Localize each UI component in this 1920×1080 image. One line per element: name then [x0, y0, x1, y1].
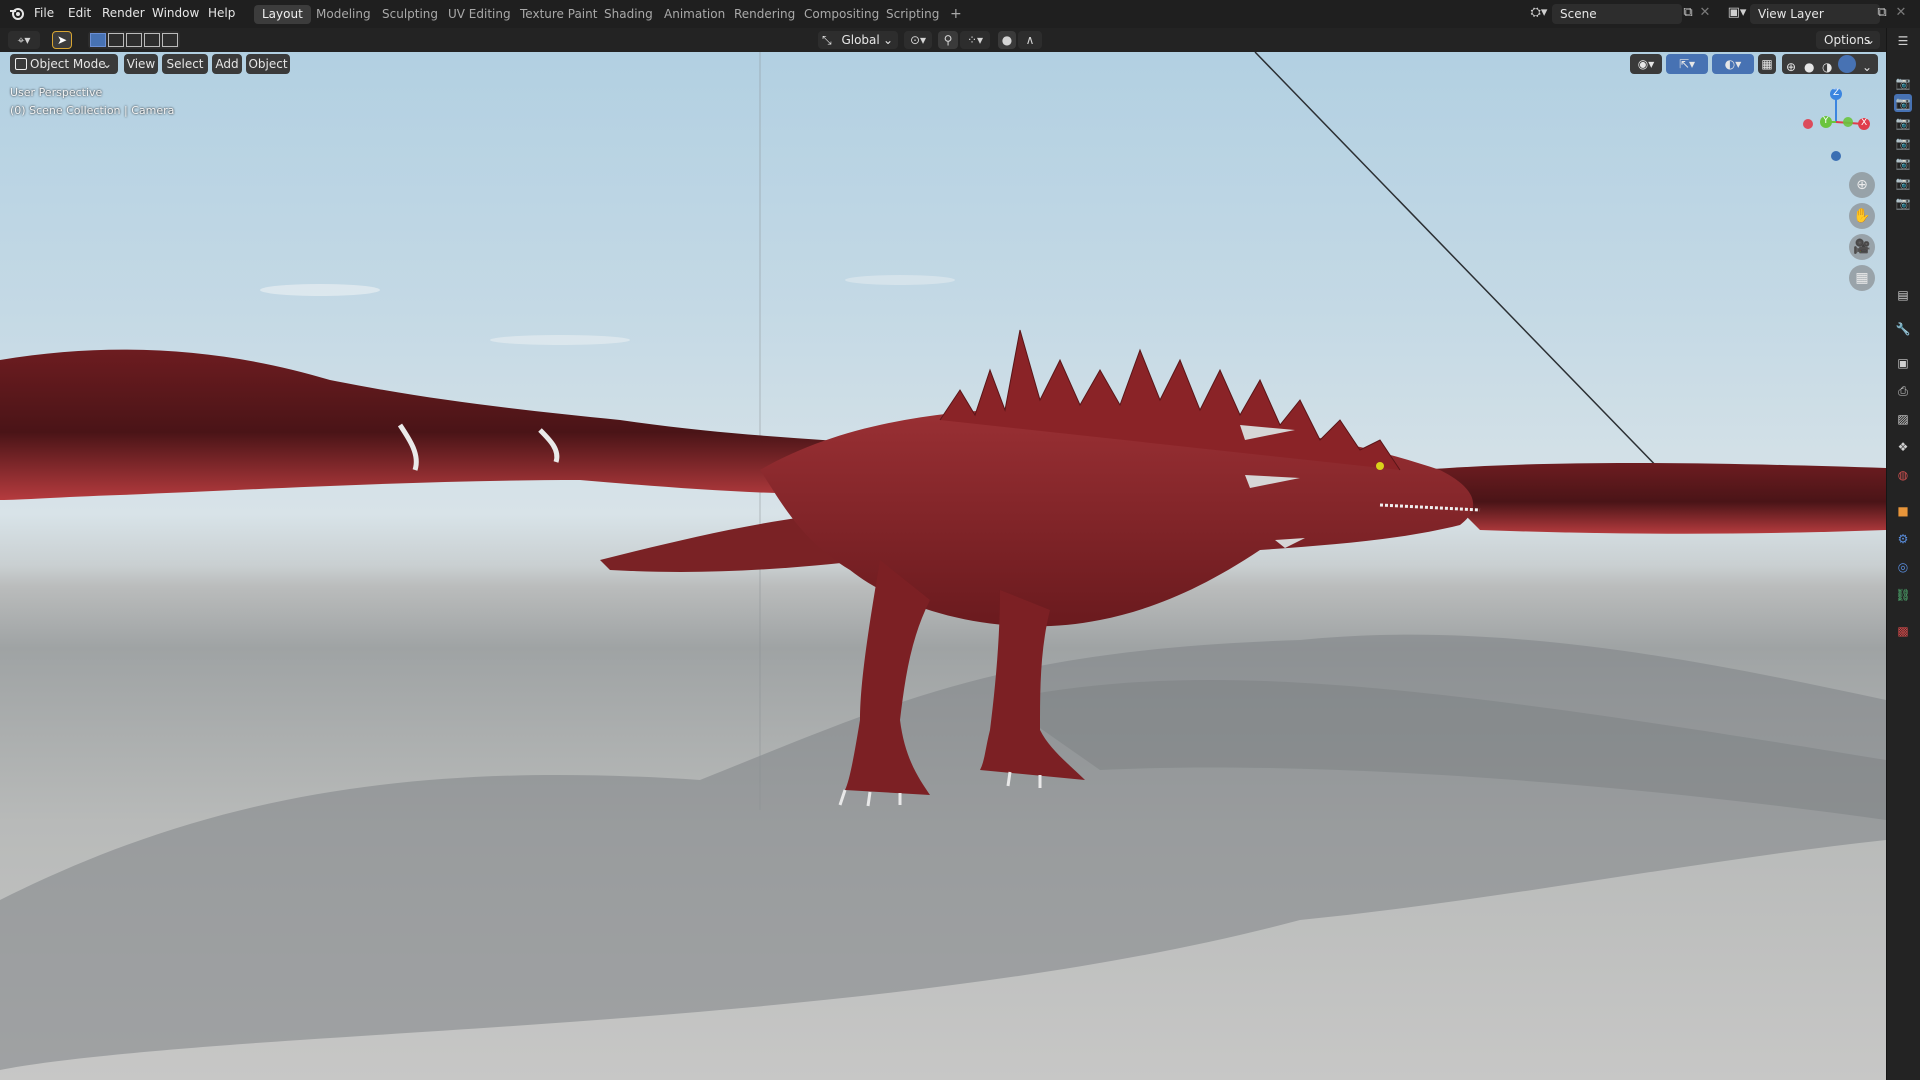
tab-shading[interactable]: Shading — [596, 5, 661, 24]
rendered-shading-icon[interactable] — [1838, 55, 1856, 73]
editor-type-icon[interactable]: ⌖▾ — [8, 31, 40, 49]
object-mode-label: Object Mode — [30, 57, 106, 71]
outliner-toggle-icon[interactable]: ☰ — [1894, 32, 1912, 50]
overlays-toggle-icon[interactable]: ◐▾ — [1712, 54, 1754, 74]
view-perspective-label: User Perspective — [10, 86, 103, 99]
scene-name-field[interactable]: Scene — [1552, 4, 1682, 24]
proportional-falloff-icon[interactable]: ∧ — [1018, 31, 1042, 49]
physics-icon[interactable]: ◎ — [1894, 558, 1912, 576]
tool-header: ⌖▾ ➤ ⤡ Global ⌄ ⊙▾ ⚲ ⁘▾ ● ∧ Options ⌄ — [0, 28, 1920, 52]
select-menu[interactable]: Select — [162, 54, 208, 74]
menu-window[interactable]: Window — [152, 6, 199, 20]
new-view-layer-icon[interactable]: ⧉ — [1874, 5, 1890, 20]
view-layer-icon[interactable]: ▨ — [1894, 410, 1912, 428]
snap-toggle-icon[interactable]: ⚲ — [938, 31, 958, 49]
object-icon[interactable]: ■ — [1894, 502, 1912, 520]
select-extend-icon[interactable] — [108, 33, 124, 47]
selection-mode-group — [88, 31, 180, 49]
wireframe-shading-icon[interactable]: ⊕ — [1786, 57, 1796, 77]
object-mode-icon — [15, 58, 27, 70]
xray-toggle-icon[interactable]: ▦ — [1758, 54, 1776, 74]
texture-icon[interactable]: ▩ — [1894, 622, 1912, 640]
camera-icon[interactable]: 📷 — [1894, 194, 1912, 212]
menu-file[interactable]: File — [34, 6, 54, 20]
modifier-icon[interactable]: ⚙ — [1894, 530, 1912, 548]
tab-compositing[interactable]: Compositing — [796, 5, 887, 24]
camera-icon[interactable]: 📷 — [1894, 154, 1912, 172]
scene-render — [0, 52, 1886, 1070]
visibility-dropdown-icon[interactable]: ◉▾ — [1630, 54, 1662, 74]
tab-texture-paint[interactable]: Texture Paint — [512, 5, 605, 24]
zoom-icon[interactable]: ⊕ — [1849, 172, 1875, 198]
shading-mode-group: ⊕ ● ◑ ⌄ — [1782, 54, 1878, 74]
chevron-down-icon[interactable]: ⌄ — [1862, 57, 1872, 77]
object-menu[interactable]: Object — [246, 54, 290, 74]
tab-uv-editing[interactable]: UV Editing — [440, 5, 519, 24]
tool-icon[interactable]: 🔧 — [1894, 320, 1912, 338]
scene-icon[interactable]: ❖ — [1894, 438, 1912, 456]
delete-view-layer-icon[interactable]: ✕ — [1893, 5, 1909, 20]
view-layer-selector-icon[interactable]: ▣▾ — [1724, 5, 1750, 20]
chevron-down-icon: ⌄ — [101, 57, 112, 71]
options-dropdown[interactable]: Options ⌄ — [1816, 31, 1880, 49]
y-axis-label: Y — [1823, 116, 1829, 126]
orientation-icon: ⤡ — [822, 33, 832, 47]
view-menu[interactable]: View — [124, 54, 158, 74]
select-invert-icon[interactable] — [144, 33, 160, 47]
tab-sculpting[interactable]: Sculpting — [374, 5, 446, 24]
material-shading-icon[interactable]: ◑ — [1822, 57, 1832, 77]
render-icon[interactable]: ▣ — [1894, 354, 1912, 372]
z-axis-label: Z — [1833, 88, 1840, 98]
properties-toggle-icon[interactable]: ▤ — [1894, 286, 1912, 304]
output-icon[interactable]: ⎙ — [1894, 382, 1912, 400]
object-mode-dropdown[interactable]: Object Mode ⌄ — [10, 54, 118, 74]
constraints-icon[interactable]: ⛓ — [1894, 586, 1912, 604]
ortho-grid-icon[interactable]: ▦ — [1849, 265, 1875, 291]
world-icon[interactable]: ◍ — [1894, 466, 1912, 484]
camera-active-icon[interactable]: 📷 — [1894, 94, 1912, 112]
top-bar: File Edit Render Window Help Layout Mode… — [0, 0, 1920, 29]
pivot-point-icon[interactable]: ⊙▾ — [904, 31, 932, 49]
delete-scene-icon[interactable]: ✕ — [1697, 5, 1713, 20]
tab-modeling[interactable]: Modeling — [308, 5, 379, 24]
gizmo-toggle-icon[interactable]: ⇱▾ — [1666, 54, 1708, 74]
select-intersect-icon[interactable] — [162, 33, 178, 47]
scene-selector-icon[interactable]: ⛭▾ — [1526, 5, 1552, 20]
chevron-down-icon: ⌄ — [882, 33, 893, 47]
collection-info-label: (0) Scene Collection | Camera — [10, 104, 175, 117]
blender-logo-icon[interactable] — [8, 5, 26, 25]
add-menu[interactable]: Add — [212, 54, 242, 74]
new-scene-icon[interactable]: ⧉ — [1680, 5, 1696, 20]
add-workspace-button[interactable]: + — [942, 5, 970, 24]
3d-viewport[interactable]: Object Mode ⌄ View Select Add Object ◉▾ … — [0, 52, 1886, 1080]
tab-rendering[interactable]: Rendering — [726, 5, 803, 24]
orientation-label: Global — [841, 33, 880, 47]
options-label: Options — [1824, 33, 1871, 47]
snap-element-icon[interactable]: ⁘▾ — [960, 31, 990, 49]
menu-render[interactable]: Render — [102, 6, 145, 20]
camera-view-icon[interactable]: 🎥 — [1849, 234, 1875, 260]
camera-icon[interactable]: 📷 — [1894, 114, 1912, 132]
camera-icon[interactable]: 📷 — [1894, 74, 1912, 92]
x-axis-label: X — [1861, 118, 1868, 128]
menu-edit[interactable]: Edit — [68, 6, 91, 20]
transform-orientation-dropdown[interactable]: ⤡ Global ⌄ — [818, 31, 898, 49]
proportional-edit-icon[interactable]: ● — [998, 31, 1016, 49]
pan-hand-icon[interactable]: ✋ — [1849, 203, 1875, 229]
menu-help[interactable]: Help — [208, 6, 235, 20]
camera-icon[interactable]: 📷 — [1894, 174, 1912, 192]
solid-shading-icon[interactable]: ● — [1804, 57, 1814, 77]
select-tool-icon[interactable]: ➤ — [52, 31, 72, 49]
select-subtract-icon[interactable] — [126, 33, 142, 47]
tab-layout[interactable]: Layout — [254, 5, 311, 24]
view-layer-field[interactable]: View Layer — [1750, 4, 1880, 24]
chevron-down-icon: ⌄ — [1864, 33, 1875, 47]
tab-scripting[interactable]: Scripting — [878, 5, 947, 24]
tab-animation[interactable]: Animation — [656, 5, 733, 24]
camera-icon[interactable]: 📷 — [1894, 134, 1912, 152]
select-new-icon[interactable] — [90, 33, 106, 47]
